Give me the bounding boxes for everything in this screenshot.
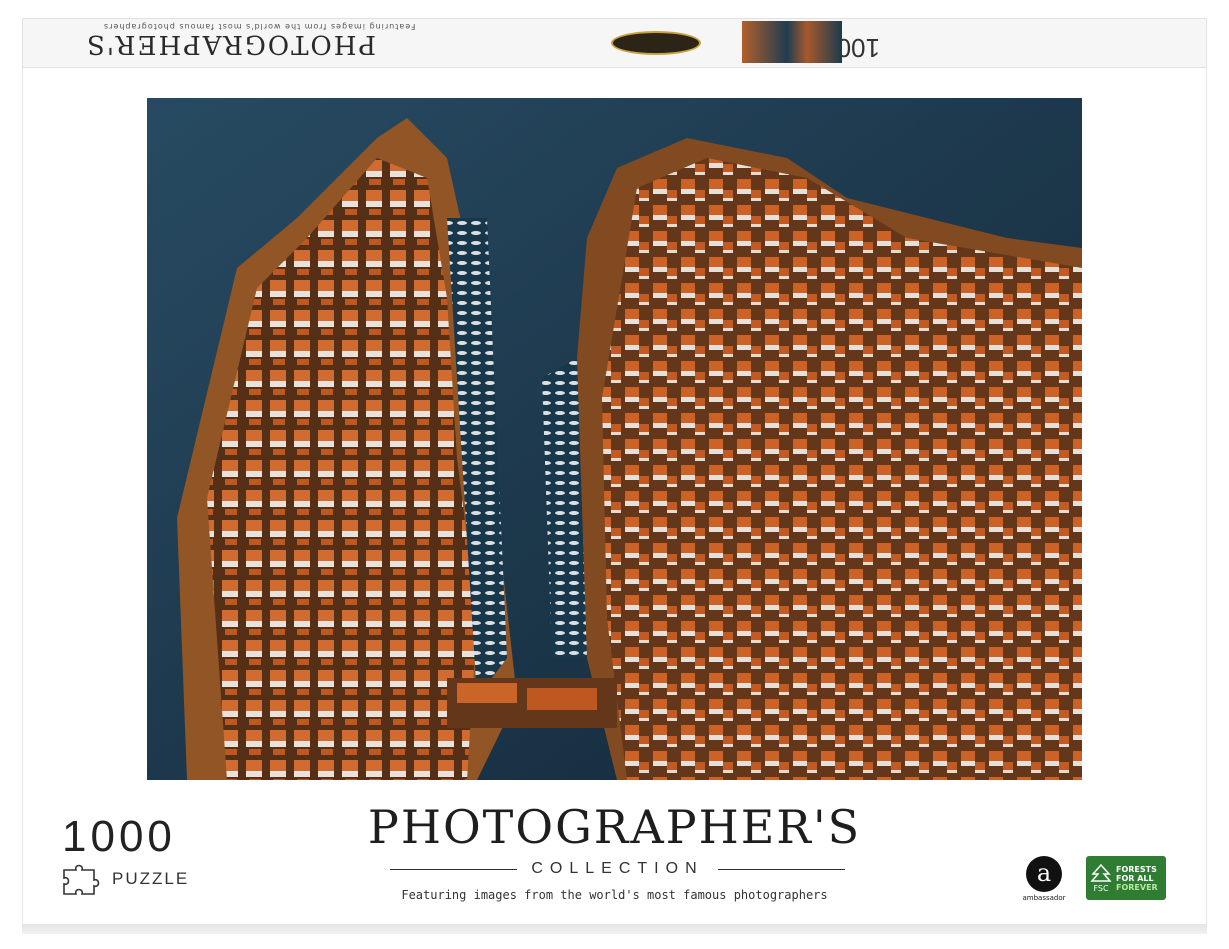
fsc-label: FSC xyxy=(1093,883,1109,893)
box-top-lid: PHOTOGRAPHER'S Featuring images from the… xyxy=(22,18,1207,68)
box-top-print: PHOTOGRAPHER'S Featuring images from the… xyxy=(23,19,1206,67)
harbor-village-photo xyxy=(147,98,1082,780)
ambassador-logo: a ambassador xyxy=(1022,856,1066,902)
rule-left xyxy=(390,868,518,870)
ambassador-mark: a xyxy=(1026,856,1062,892)
puzzle-label: PUZZLE xyxy=(112,869,190,888)
brand-subtitle: COLLECTION xyxy=(531,860,704,877)
top-brand-title: PHOTOGRAPHER'S xyxy=(85,29,376,59)
fsc-line-1: FORESTS xyxy=(1116,864,1157,874)
rule-right xyxy=(717,868,845,870)
top-tagline: Featuring images from the world's most f… xyxy=(103,22,416,31)
ambassador-label: ambassador xyxy=(1022,894,1066,902)
fsc-logo: FSC FORESTS FOR ALL FOREVER xyxy=(1086,856,1166,900)
fsc-text-group: FORESTS FOR ALL FOREVER xyxy=(1116,865,1158,892)
brand-subtitle-row: COLLECTION xyxy=(390,860,845,878)
fsc-tree-icon xyxy=(1090,863,1112,882)
award-seal-icon xyxy=(611,31,701,55)
fsc-line-2: FOR ALL xyxy=(1116,873,1154,883)
brand-title: PHOTOGRAPHER'S xyxy=(367,800,862,854)
fsc-mark-group: FSC xyxy=(1090,863,1112,893)
top-thumbnail-image xyxy=(742,21,842,63)
fsc-line-3: FOREVER xyxy=(1116,882,1158,892)
box-bottom-edge xyxy=(22,924,1207,934)
puzzle-photo xyxy=(147,98,1082,780)
